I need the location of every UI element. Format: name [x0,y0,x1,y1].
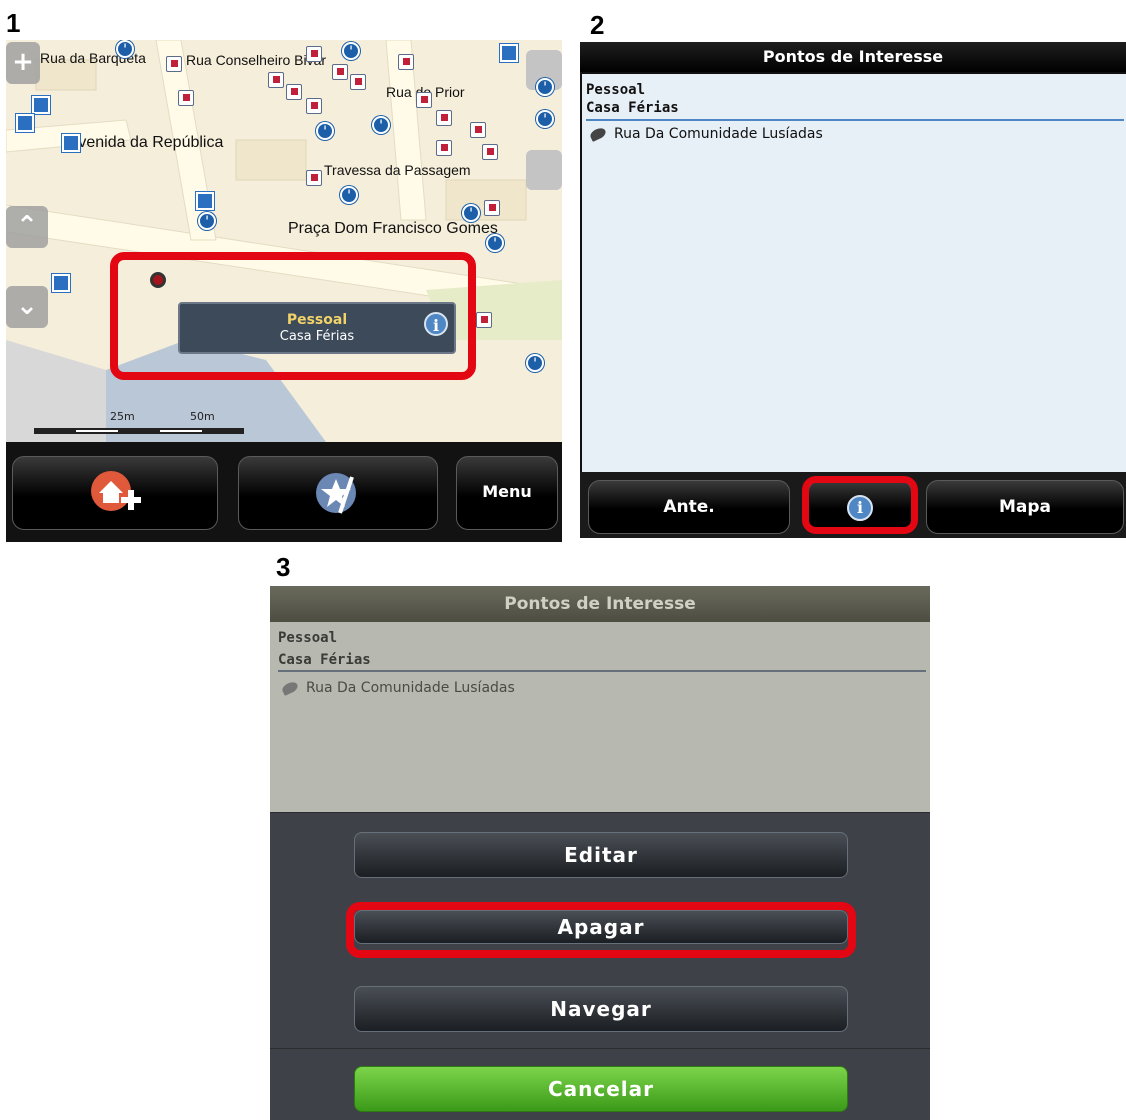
menu-button[interactable]: Menu [456,456,558,530]
highlight-frame [110,252,476,380]
list-item[interactable]: Rua Da Comunidade Lusíadas [588,126,823,142]
scale-label: 25m [110,410,135,423]
poi-marker[interactable] [470,122,486,138]
poi-marker[interactable] [476,312,492,328]
poi-marker[interactable] [332,64,348,80]
street-label: Praça Dom Francisco Gomes [288,220,498,237]
restaurant-marker[interactable]: ᴵ [536,78,554,96]
map-scale: 25m 50m [34,410,244,440]
category-label: Pessoal [586,82,646,98]
poi-list: Pessoal Casa Férias Rua Da Comunidade Lu… [270,622,930,812]
list-item[interactable]: Rua Da Comunidade Lusíadas [280,680,515,696]
favorites-button[interactable] [238,456,438,530]
divider [270,1048,930,1049]
step-number-2: 2 [590,10,605,40]
previous-button[interactable]: Ante. [588,480,790,534]
street-label: Travessa da Passagem [324,162,471,178]
poi-marker[interactable] [306,170,322,186]
poi-marker[interactable] [484,200,500,216]
poi-marker[interactable] [398,54,414,70]
divider [586,119,1124,121]
pin-icon [588,126,608,142]
cancel-button[interactable]: Cancelar [354,1066,848,1112]
restaurant-marker[interactable]: ᴵ [316,122,334,140]
restaurant-marker[interactable]: ᴵ [372,116,390,134]
poi-list: Pessoal Casa Férias Rua Da Comunidade Lu… [582,74,1126,472]
restaurant-marker[interactable]: ᴵ [536,110,554,128]
poi-marker[interactable] [286,84,302,100]
poi-marker[interactable] [436,110,452,126]
poi-marker[interactable] [178,90,194,106]
poi-marker[interactable] [306,98,322,114]
restaurant-marker[interactable]: ᴵ [198,212,216,230]
restaurant-marker[interactable]: ᴵ [342,42,360,60]
poi-list-screen: Pontos de Interesse Pessoal Casa Férias … [580,42,1126,538]
add-home-icon [91,471,141,511]
poi-marker[interactable] [500,44,518,62]
poi-marker[interactable] [52,274,70,292]
poi-marker[interactable] [268,72,284,88]
pin-icon [280,680,300,696]
rotate-up-icon[interactable]: ⌃ [6,206,48,248]
poi-marker[interactable] [306,46,322,62]
poi-marker[interactable] [166,56,182,72]
poi-marker[interactable] [416,92,432,108]
subcategory-label: Casa Férias [278,652,371,668]
map-button[interactable]: Mapa [926,480,1124,534]
scale-label: 50m [190,410,215,423]
poi-marker[interactable] [16,114,34,132]
navigate-button[interactable]: Navegar [354,986,848,1032]
bottom-toolbar: Menu [6,442,562,542]
restaurant-marker[interactable]: ᴵ [462,204,480,222]
page-title: Pontos de Interesse [270,586,930,622]
list-item-label: Rua Da Comunidade Lusíadas [614,126,823,142]
list-item-label: Rua Da Comunidade Lusíadas [306,680,515,696]
restaurant-marker[interactable]: ᴵ [526,354,544,372]
category-label: Pessoal [278,630,338,646]
bottom-toolbar: Ante. i Mapa [580,472,1126,538]
restaurant-marker[interactable]: ᴵ [340,186,358,204]
divider [270,812,930,813]
poi-marker[interactable] [482,144,498,160]
add-home-button[interactable] [12,456,218,530]
poi-actions-screen: Pontos de Interesse Pessoal Casa Férias … [270,586,930,1120]
poi-marker[interactable] [32,96,50,114]
star-icon [316,473,356,514]
poi-marker[interactable] [436,140,452,156]
map-screen: Rua da Barqueta Rua Conselheiro Bivar Ru… [6,40,562,542]
highlight-frame [802,476,918,534]
poi-marker[interactable] [62,134,80,152]
rotate-down-icon[interactable]: ⌄ [6,286,48,328]
subcategory-label: Casa Férias [586,100,679,116]
restaurant-marker[interactable]: ᴵ [486,234,504,252]
divider [278,670,926,672]
poi-marker[interactable] [350,74,366,90]
restaurant-marker[interactable]: ᴵ [116,40,134,58]
edit-button[interactable]: Editar [354,832,848,878]
poi-marker[interactable] [196,192,214,210]
step-number-3: 3 [276,552,291,582]
highlight-frame [346,902,856,958]
zoom-in-button[interactable]: + [6,42,40,84]
step-number-1: 1 [6,8,21,38]
street-label: Avenida da República [68,134,224,151]
page-title: Pontos de Interesse [580,42,1126,72]
